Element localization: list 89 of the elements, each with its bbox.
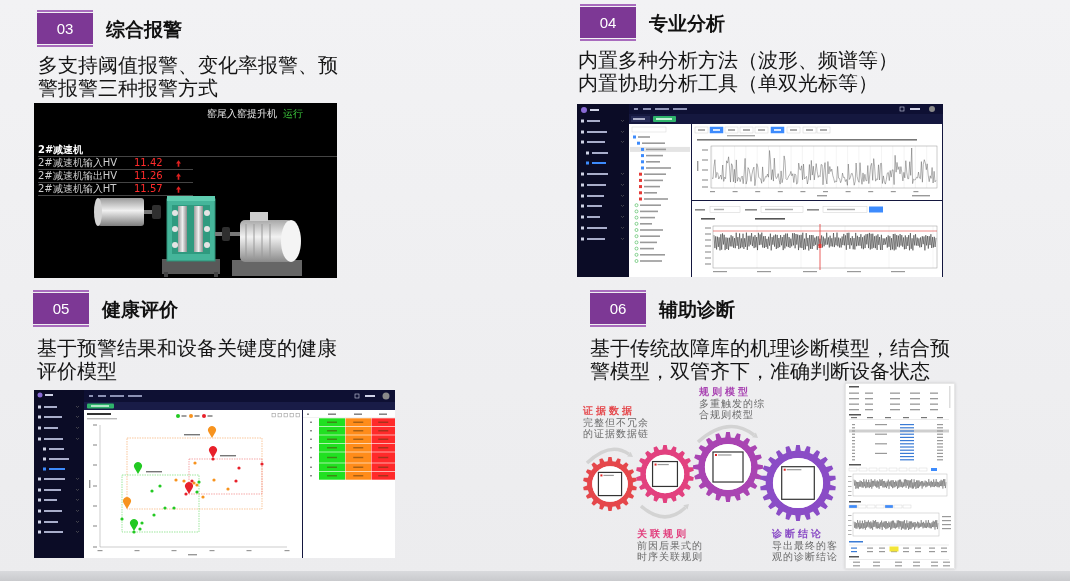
step-description: 多重触发的综合规则模型 (699, 398, 766, 420)
scatter-point (211, 457, 215, 461)
pin-marker-icon (185, 482, 193, 494)
step-title: 证据数据 (583, 405, 635, 417)
step-title: 规则模型 (699, 386, 751, 398)
sensor-name: 2#减速机输入HT (38, 183, 118, 195)
section-title: 健康评价 (102, 296, 178, 321)
status-cell (371, 443, 395, 452)
pin-marker-icon (123, 497, 131, 509)
sensor-value: 11.57 (134, 183, 164, 195)
scatter-point (138, 527, 142, 531)
status-cell (345, 435, 371, 444)
status-cell (319, 426, 345, 435)
status-cell (319, 443, 345, 452)
section-title: 综合报警 (106, 16, 182, 41)
section-description: 基于预警结果和设备关键度的健康评价模型 (37, 337, 338, 383)
status-cell (371, 471, 395, 480)
scatter-point (184, 492, 188, 496)
pin-marker-icon (209, 446, 217, 458)
status-cell (319, 471, 345, 480)
step-description: 完整但不冗余的证据数据链 (583, 417, 650, 439)
scatter-point (234, 479, 238, 483)
sensor-value: 11.42 (134, 157, 164, 169)
status-cell (345, 443, 371, 452)
section-description: 内置协助分析工具（单双光标等） (578, 72, 878, 95)
status-cell (371, 426, 395, 435)
screenshot-thumbnail (712, 451, 744, 483)
number-badge: 04 (580, 4, 636, 41)
scatter-point (201, 495, 205, 499)
status-cell (371, 435, 395, 444)
sensor-value: 11.26 (134, 170, 164, 182)
scatter-point (172, 506, 176, 510)
status-cell (371, 463, 395, 472)
status-cell (345, 452, 371, 463)
pin-marker-icon (134, 462, 142, 474)
screenshot-thumbnail (781, 466, 815, 500)
sensor-name: 2#减速机输入HV (38, 157, 119, 169)
sensor-name: 2#减速机输出HV (38, 170, 119, 182)
scatter-point (193, 461, 197, 465)
legend-dot-icon (202, 414, 206, 418)
status-cell (319, 418, 345, 427)
scatter-point (212, 478, 216, 482)
status-cell (319, 435, 345, 444)
number-badge: 06 (590, 290, 646, 327)
status-cell (319, 463, 345, 472)
step-title: 关联规则 (637, 528, 689, 540)
section-description: 内置多种分析方法（波形、频谱等） (578, 49, 898, 72)
status-cell (319, 452, 345, 463)
scatter-point (152, 513, 156, 517)
scatter-point (226, 487, 230, 491)
scatter-point (158, 484, 162, 488)
status-cell (345, 463, 371, 472)
cursor-line (818, 223, 822, 271)
status-cell (371, 418, 395, 427)
scatter-point (182, 479, 186, 483)
legend-dot-icon (176, 414, 180, 418)
curved-arrow (696, 424, 758, 444)
scatter-point (150, 489, 154, 493)
status-cell (371, 452, 395, 463)
status-cell (345, 471, 371, 480)
group-label: 2#减速机 (38, 143, 85, 156)
section-description: 多支持阈值报警、变化率报警、预警报警三种报警方式 (38, 54, 339, 100)
scatter-point (174, 478, 178, 482)
number-badge: 03 (37, 10, 93, 47)
curved-arrow (639, 504, 689, 519)
step-description: 导出最终的客观的诊断结论 (772, 540, 839, 562)
section-title: 辅助诊断 (659, 296, 735, 321)
status-cell (345, 426, 371, 435)
step-title: 诊断结论 (772, 528, 824, 540)
roller-drum-drawing (94, 198, 161, 226)
scatter-point (260, 462, 264, 466)
pin-marker-icon (130, 519, 138, 531)
scatter-point (120, 517, 124, 521)
legend-dot-icon (189, 414, 193, 418)
scatter-point (140, 521, 144, 525)
scatter-point (195, 490, 199, 494)
number-badge: 05 (33, 290, 89, 327)
pin-marker-icon (208, 426, 216, 438)
curved-arrow (585, 447, 633, 465)
running-status: 运行 (283, 107, 303, 121)
step-description: 前因后果式的时序关联规则 (637, 540, 704, 562)
scatter-point (237, 466, 241, 470)
section-title: 专业分析 (649, 10, 725, 35)
scatter-point (132, 530, 136, 534)
equipment-name: 窑尾入窑提升机 (207, 107, 277, 121)
section-description: 基于传统故障库的机理诊断模型，结合预警模型，双管齐下，准确判断设备状态 (590, 337, 951, 383)
scatter-point (163, 506, 167, 510)
status-cell (345, 418, 371, 427)
screenshot-thumbnail (651, 460, 679, 488)
